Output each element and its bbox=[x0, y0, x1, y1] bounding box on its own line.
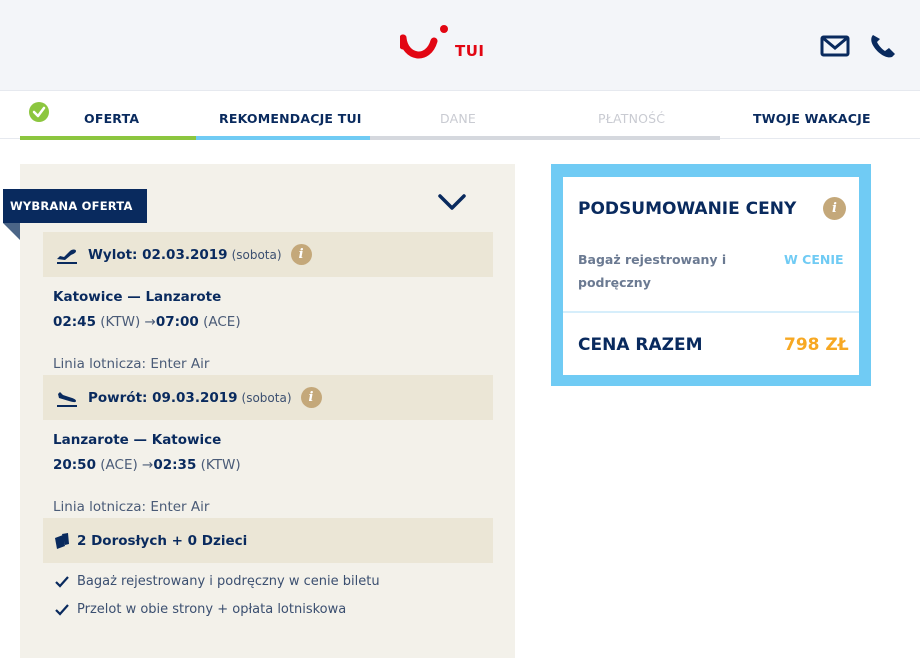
plane-takeoff-icon bbox=[57, 249, 77, 264]
include-label: Bagaż rejestrowany i podręczny w cenie b… bbox=[77, 574, 380, 589]
check-icon bbox=[55, 575, 69, 588]
booking-steps: OFERTA REKOMENDACJE TUI DANE PŁATNOŚĆ TW… bbox=[0, 92, 920, 140]
ribbon-fold bbox=[3, 223, 20, 240]
tui-smile-icon bbox=[400, 25, 448, 59]
step-oferta-bar bbox=[20, 136, 196, 140]
outbound-arr-code: (ACE) bbox=[203, 314, 241, 330]
tui-logo[interactable]: TUI bbox=[400, 24, 485, 64]
brand-name: TUI bbox=[455, 42, 485, 60]
plane-landing-icon bbox=[57, 391, 77, 407]
outbound-times: 02:45 (KTW) →07:00 (ACE) bbox=[53, 314, 241, 330]
return-info-icon[interactable]: i bbox=[300, 387, 322, 408]
outbound-arr-time: 07:00 bbox=[155, 314, 199, 330]
step-rekomendacje-bar bbox=[196, 136, 370, 140]
step-dane-bar bbox=[370, 136, 545, 140]
return-dep-time: 20:50 bbox=[53, 457, 96, 473]
top-header: TUI bbox=[0, 0, 920, 91]
total-label: CENA RAZEM bbox=[578, 335, 703, 355]
return-times: 20:50 (ACE) →02:35 (KTW) bbox=[53, 457, 241, 473]
step-platnosc-bar bbox=[545, 136, 720, 140]
return-header: Powrót: 09.03.2019 (sobota) i bbox=[43, 375, 493, 420]
passengers-count: 2 Dorosłych + 0 Dzieci bbox=[77, 532, 248, 549]
include-item: Bagaż rejestrowany i podręczny w cenie b… bbox=[55, 574, 380, 589]
step-dane: DANE bbox=[440, 111, 477, 126]
total-price: 798 ZŁ bbox=[784, 335, 849, 355]
return-arr-code: (KTW) bbox=[200, 457, 241, 473]
return-day: (sobota) bbox=[241, 390, 292, 405]
return-dep-code: (ACE) → bbox=[100, 457, 154, 473]
summary-title: PODSUMOWANIE CENY bbox=[578, 199, 797, 219]
return-airline: Linia lotnicza: Enter Air bbox=[53, 499, 210, 515]
summary-info-icon[interactable]: i bbox=[823, 197, 846, 220]
step-twoje-wakacje: TWOJE WAKACJE bbox=[753, 111, 871, 126]
outbound-airline: Linia lotnicza: Enter Air bbox=[53, 356, 210, 372]
mail-icon[interactable] bbox=[820, 33, 850, 59]
offer-ribbon: WYBRANA OFERTA bbox=[3, 189, 147, 223]
outbound-dep-time: 02:45 bbox=[53, 314, 96, 330]
include-label: Przelot w obie strony + opłata lotniskow… bbox=[77, 602, 347, 617]
outbound-date: Wylot: 02.03.2019 bbox=[88, 246, 228, 263]
phone-icon[interactable] bbox=[868, 33, 898, 59]
passengers-band: 2 Dorosłych + 0 Dzieci bbox=[43, 518, 493, 563]
baggage-label: Bagaż rejestrowany i podręczny bbox=[578, 252, 727, 290]
return-date: Powrót: 09.03.2019 bbox=[88, 389, 238, 406]
chevron-down-icon[interactable] bbox=[437, 192, 467, 212]
include-item: Przelot w obie strony + opłata lotniskow… bbox=[55, 602, 346, 617]
outbound-dep-code: (KTW) → bbox=[100, 314, 156, 330]
baggage-value: W CENIE bbox=[784, 252, 844, 267]
step-platnosc: PŁATNOŚĆ bbox=[598, 111, 666, 126]
outbound-route: Katowice — Lanzarote bbox=[53, 289, 222, 305]
summary-divider bbox=[563, 311, 859, 313]
return-route: Lanzarote — Katowice bbox=[53, 432, 222, 448]
check-icon bbox=[55, 603, 69, 616]
outbound-info-icon[interactable]: i bbox=[290, 244, 312, 265]
outbound-day: (sobota) bbox=[231, 247, 282, 262]
tickets-icon bbox=[55, 532, 69, 549]
step-done-check-icon bbox=[29, 102, 49, 122]
step-oferta[interactable]: OFERTA bbox=[84, 111, 139, 126]
return-arr-time: 02:35 bbox=[153, 457, 197, 473]
step-rekomendacje[interactable]: REKOMENDACJE TUI bbox=[219, 111, 362, 126]
outbound-header: Wylot: 02.03.2019 (sobota) i bbox=[43, 232, 493, 277]
